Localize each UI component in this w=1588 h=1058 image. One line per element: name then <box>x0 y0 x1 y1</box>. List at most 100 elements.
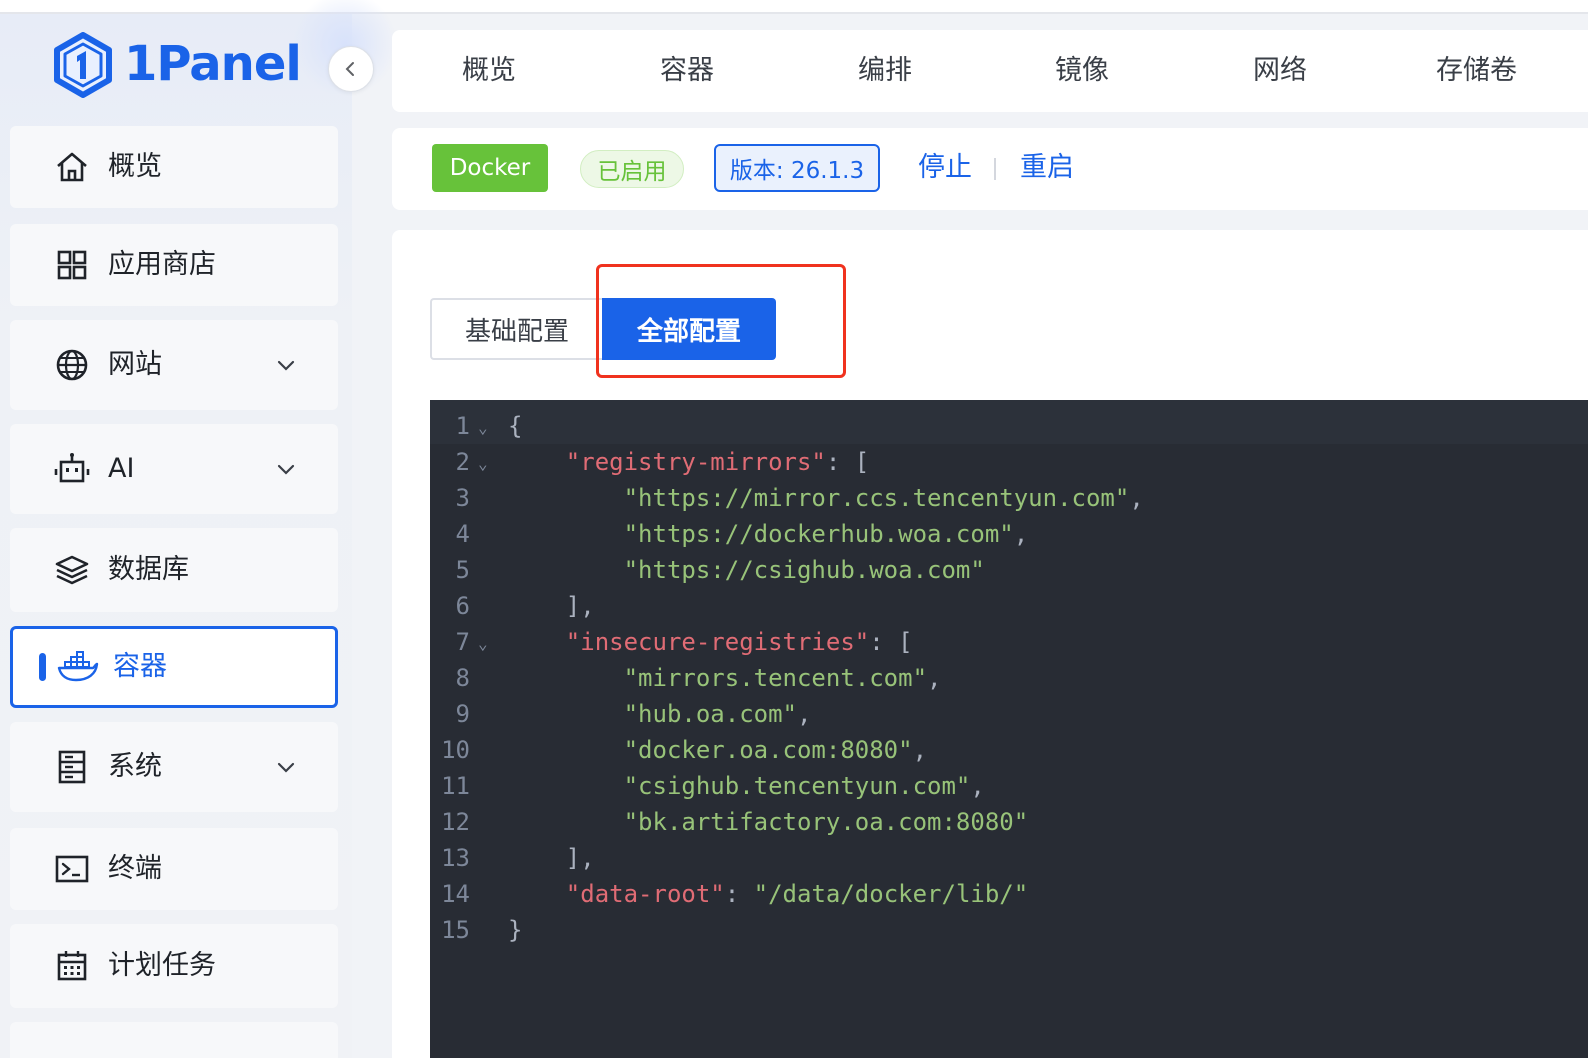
json-punctuation: , <box>1013 520 1029 548</box>
code-line[interactable]: 9 "hub.oa.com", <box>430 696 1588 732</box>
json-string: "mirrors.tencent.com" <box>623 664 928 692</box>
sidebar-item-container[interactable]: 容器 <box>10 626 338 708</box>
robot-icon <box>54 451 90 487</box>
json-string: "hub.oa.com" <box>623 700 797 728</box>
status-badge: 已启用 <box>580 150 684 188</box>
code-line[interactable]: 11 "csighub.tencentyun.com", <box>430 768 1588 804</box>
json-punctuation: , <box>796 700 812 728</box>
json-punctuation <box>508 448 566 476</box>
restart-button[interactable]: 重启 <box>1020 148 1074 188</box>
json-key: "registry-mirrors" <box>565 448 826 476</box>
json-punctuation: ], <box>508 844 595 872</box>
json-punctuation <box>508 556 624 584</box>
container-tabs: 概览 容器 编排 镜像 网络 存储卷 <box>392 30 1588 112</box>
json-editor[interactable]: 1 ⌄{2 ⌄ "registry-mirrors": [3 "https://mi… <box>430 400 1588 1058</box>
tab-containers[interactable]: 容器 <box>660 52 714 90</box>
json-punctuation <box>508 484 624 512</box>
json-punctuation: : [ <box>825 448 870 476</box>
code-text: "data-root": "/data/docker/lib/" <box>508 876 1028 912</box>
json-punctuation <box>508 520 624 548</box>
code-text: ], <box>508 840 595 876</box>
sidebar-item-website[interactable]: 网站 <box>10 320 338 410</box>
sidebar-item-label: 计划任务 <box>108 950 216 981</box>
line-number: 10 <box>441 736 470 764</box>
json-punctuation: : <box>724 880 754 908</box>
tab-compose[interactable]: 编排 <box>858 52 912 90</box>
json-punctuation <box>508 880 566 908</box>
home-icon <box>54 149 90 185</box>
code-line[interactable]: 3 "https://mirror.ccs.tencentyun.com", <box>430 480 1588 516</box>
code-text: } <box>508 912 522 948</box>
sidebar-item-terminal[interactable]: 终端 <box>10 828 338 910</box>
line-number: 13 <box>441 844 470 872</box>
fold-toggle-icon[interactable]: ⌄ <box>478 410 488 446</box>
json-punctuation <box>508 664 624 692</box>
code-line[interactable]: 7 ⌄ "insecure-registries": [ <box>430 624 1588 660</box>
sidebar-item-database[interactable]: 数据库 <box>10 528 338 612</box>
sidebar-item-label: 系统 <box>108 751 162 782</box>
code-text: "https://dockerhub.woa.com", <box>508 516 1029 552</box>
sidebar-item-overview[interactable]: 概览 <box>10 126 338 208</box>
code-text: "registry-mirrors": [ <box>508 444 869 480</box>
terminal-icon <box>54 851 90 887</box>
docker-icon <box>57 649 99 685</box>
code-text: "https://mirror.ccs.tencentyun.com", <box>508 480 1144 516</box>
tab-images[interactable]: 镜像 <box>1055 52 1109 90</box>
code-line[interactable]: 15} <box>430 912 1588 948</box>
tab-networks[interactable]: 网络 <box>1253 52 1307 90</box>
sidebar-item-label: 数据库 <box>108 554 189 585</box>
chevron-down-icon <box>277 464 295 475</box>
code-line[interactable]: 14 "data-root": "/data/docker/lib/" <box>430 876 1588 912</box>
json-string: "https://dockerhub.woa.com" <box>623 520 1014 548</box>
sidebar-item-next[interactable] <box>10 1022 338 1058</box>
code-line[interactable]: 6 ], <box>430 588 1588 624</box>
logo-area: 1Panel <box>0 0 400 124</box>
line-number: 1 <box>455 412 470 440</box>
sidebar-item-label: 概览 <box>108 151 162 182</box>
globe-icon <box>54 347 90 383</box>
sidebar-item-system[interactable]: 系统 <box>10 722 338 812</box>
sidebar-item-app-store[interactable]: 应用商店 <box>10 224 338 306</box>
service-tag: Docker <box>432 144 548 192</box>
code-line[interactable]: 1 ⌄ { <box>430 408 1588 444</box>
json-string: "docker.oa.com:8080" <box>623 736 913 764</box>
version-tag: 版本: 26.1.3 <box>714 144 880 192</box>
code-line[interactable]: 12 "bk.artifactory.oa.com:8080" <box>430 804 1588 840</box>
code-line[interactable]: 4 "https://dockerhub.woa.com", <box>430 516 1588 552</box>
sidebar: 1Panel 概览 应用商店 网站 AI 数据库 容器 系统 终端 计划任务 <box>0 0 400 1058</box>
sidebar-item-ai[interactable]: AI <box>10 424 338 514</box>
fold-toggle-icon[interactable]: ⌄ <box>478 626 488 662</box>
logo-icon <box>54 32 112 98</box>
tab-overview[interactable]: 概览 <box>462 52 516 90</box>
code-text: "csighub.tencentyun.com", <box>508 768 985 804</box>
line-number: 2 <box>455 448 470 476</box>
collapse-sidebar-button[interactable] <box>328 46 374 92</box>
code-line[interactable]: 8 "mirrors.tencent.com", <box>430 660 1588 696</box>
code-text: "docker.oa.com:8080", <box>508 732 927 768</box>
chevron-down-icon <box>277 360 295 371</box>
calendar-icon <box>54 948 90 984</box>
code-text: "hub.oa.com", <box>508 696 812 732</box>
json-punctuation: , <box>912 736 928 764</box>
code-text: { <box>508 408 522 444</box>
line-number: 11 <box>441 772 470 800</box>
code-line[interactable]: 5 "https://csighub.woa.com" <box>430 552 1588 588</box>
fold-toggle-icon[interactable]: ⌄ <box>478 446 488 482</box>
tab-basic-config[interactable]: 基础配置 <box>430 298 602 360</box>
tab-all-config[interactable]: 全部配置 <box>602 298 776 360</box>
json-punctuation: , <box>1129 484 1144 512</box>
json-key: "data-root" <box>565 880 725 908</box>
divider <box>994 158 996 180</box>
code-text: "mirrors.tencent.com", <box>508 660 942 696</box>
json-punctuation: , <box>970 772 985 800</box>
tab-volumes[interactable]: 存储卷 <box>1436 52 1517 90</box>
layers-icon <box>54 552 90 588</box>
code-line[interactable]: 10 "docker.oa.com:8080", <box>430 732 1588 768</box>
code-line[interactable]: 13 ], <box>430 840 1588 876</box>
code-line[interactable]: 2 ⌄ "registry-mirrors": [ <box>430 444 1588 480</box>
json-string: "/data/docker/lib/" <box>753 880 1029 908</box>
json-string: "csighub.tencentyun.com" <box>623 772 971 800</box>
json-punctuation: ], <box>508 592 595 620</box>
stop-button[interactable]: 停止 <box>918 148 972 188</box>
sidebar-item-cron[interactable]: 计划任务 <box>10 924 338 1008</box>
